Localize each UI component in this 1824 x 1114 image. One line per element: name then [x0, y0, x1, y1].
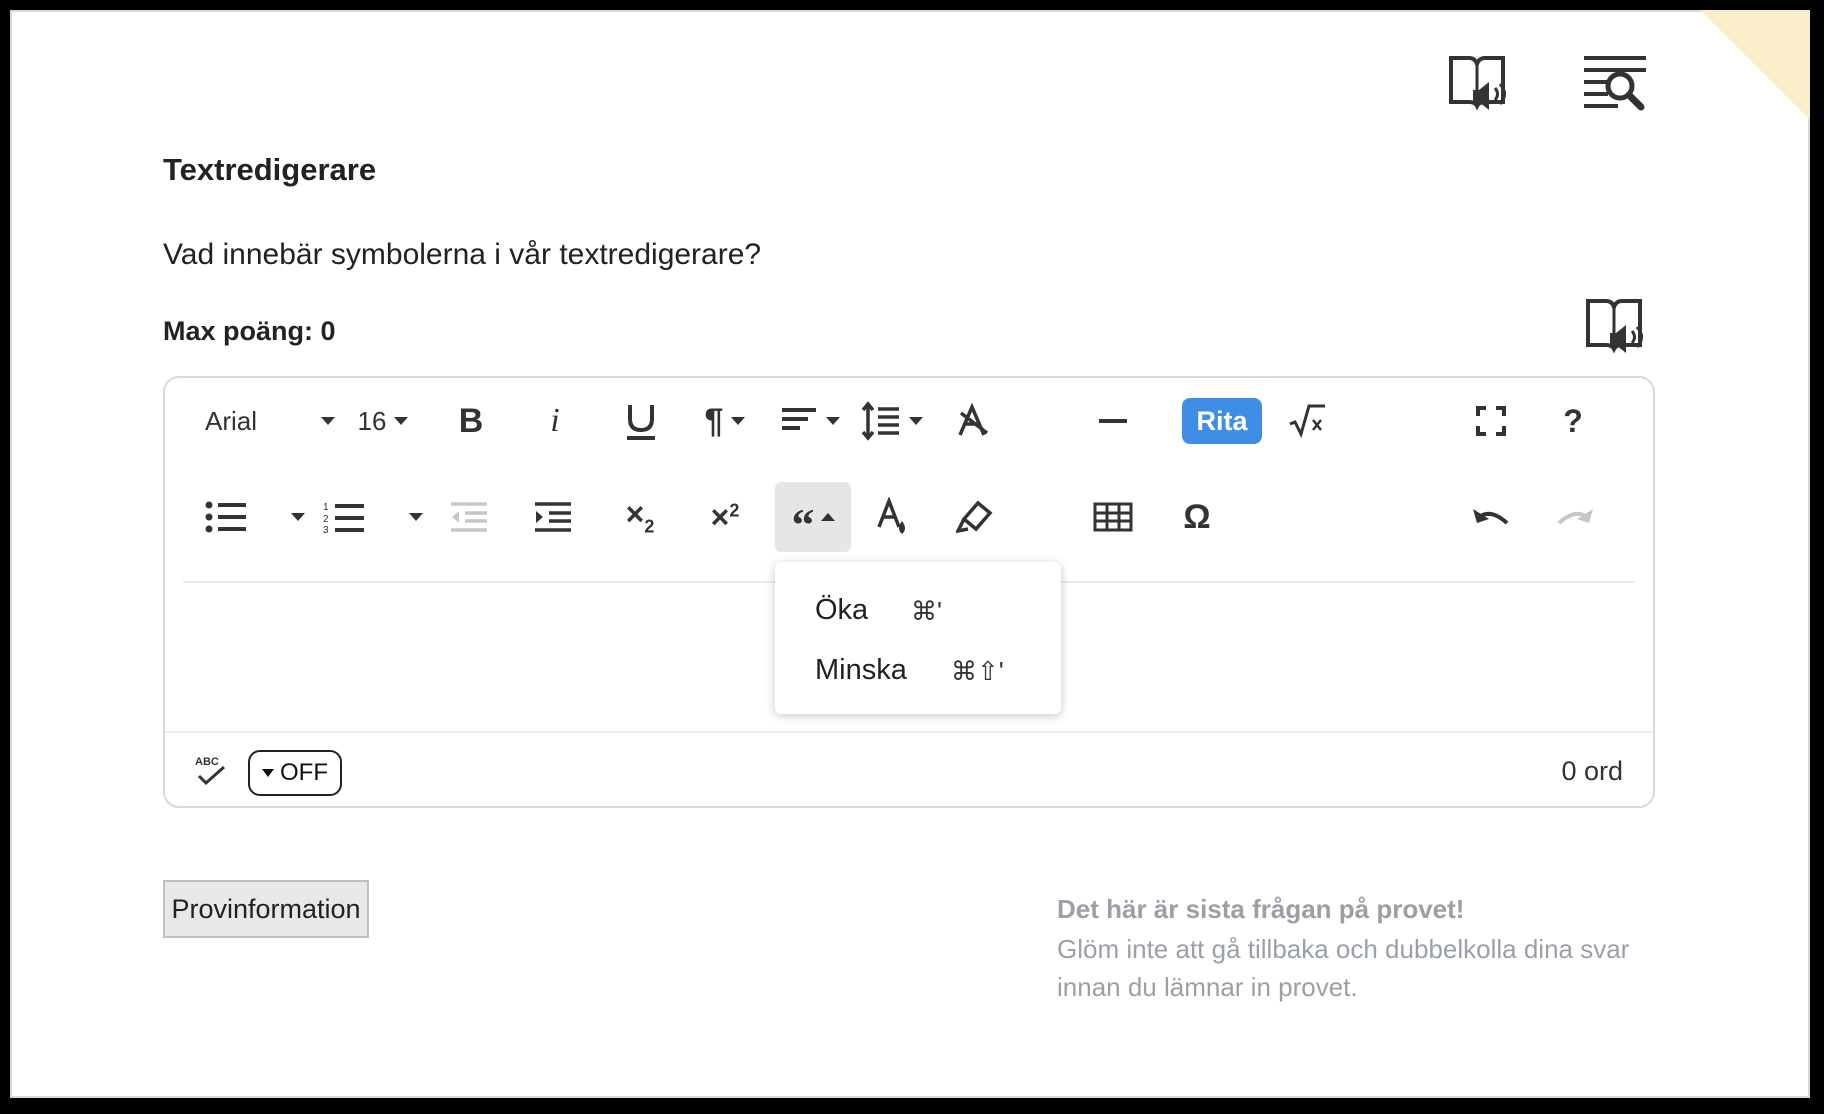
font-family-value: Arial — [205, 405, 258, 436]
subscript-icon: ×2 — [625, 496, 655, 537]
paragraph-format-button[interactable]: ¶ — [690, 386, 760, 456]
bold-icon: B — [458, 401, 484, 440]
horizontal-line-button[interactable] — [1085, 386, 1141, 456]
word-count: 0 ord — [1561, 756, 1623, 786]
bold-button[interactable]: B — [443, 386, 499, 456]
bullet-list-icon — [205, 501, 246, 533]
underline-button[interactable] — [613, 386, 669, 456]
line-height-icon — [861, 401, 899, 441]
rita-label: Rita — [1182, 398, 1262, 444]
decrease-indent-button[interactable] — [441, 482, 497, 552]
chevron-down-icon — [826, 417, 840, 425]
toolbar-row-1: Arial 16 B i ¶ Rita ? — [165, 386, 1653, 466]
math-formula-button[interactable] — [1279, 386, 1335, 456]
read-aloud-icon[interactable] — [1443, 50, 1513, 120]
shortcut-minska: ⌘⇧' — [951, 656, 1004, 686]
undo-icon — [1473, 509, 1509, 525]
last-question-notice-body: Glöm inte att gå tillbaka och dubbelkoll… — [1057, 934, 1630, 1002]
outdent-icon — [451, 502, 487, 532]
question-read-aloud-icon[interactable] — [1580, 293, 1650, 363]
svg-text:3: 3 — [323, 525, 329, 534]
superscript-icon: ×2 — [710, 498, 740, 535]
corner-decoration — [1700, 10, 1810, 120]
svg-text:2: 2 — [323, 514, 329, 525]
question-text: Vad innebär symbolerna i vår textrediger… — [163, 238, 762, 271]
last-question-notice-title: Det här är sista frågan på provet! — [1057, 894, 1465, 924]
help-icon: ? — [1563, 402, 1583, 439]
help-button[interactable]: ? — [1545, 386, 1601, 456]
rita-button[interactable]: Rita — [1181, 386, 1263, 456]
line-height-button[interactable] — [857, 386, 927, 456]
chevron-down-icon — [291, 513, 305, 521]
underline-icon — [627, 405, 655, 440]
font-family-select[interactable]: Arial — [205, 386, 335, 456]
text-color-icon — [877, 497, 905, 534]
undo-button[interactable] — [1463, 482, 1519, 552]
page-frame: Textredigerare Vad innebär symbolerna i … — [10, 10, 1810, 1098]
omega-icon: Ω — [1183, 497, 1211, 536]
shortcut-oka: ⌘' — [911, 596, 942, 626]
redo-button[interactable] — [1547, 482, 1603, 552]
numbered-list-icon: 123 — [323, 502, 364, 534]
square-root-icon — [1289, 404, 1325, 438]
chevron-down-icon — [394, 417, 409, 425]
spellcheck-icon[interactable]: ABC — [193, 754, 229, 793]
clear-formatting-button[interactable] — [945, 386, 1001, 456]
quote-dropdown-menu: Öka ⌘' Minska ⌘⇧' — [775, 562, 1061, 714]
spellcheck-toggle[interactable]: OFF — [248, 750, 342, 796]
subscript-button[interactable]: ×2 — [610, 482, 670, 552]
italic-button[interactable]: i — [527, 386, 583, 456]
font-size-select[interactable]: 16 — [348, 386, 418, 456]
insert-table-button[interactable] — [1085, 482, 1141, 552]
table-icon — [1093, 502, 1133, 532]
special-characters-button[interactable]: Ω — [1169, 482, 1225, 552]
svg-text:1: 1 — [323, 502, 329, 513]
font-size-value: 16 — [357, 405, 387, 436]
dropdown-item-minska[interactable]: Minska — [815, 654, 907, 687]
max-points: Max poäng: 0 — [163, 316, 336, 346]
fullscreen-button[interactable] — [1463, 386, 1519, 456]
italic-icon: i — [550, 402, 560, 439]
redo-icon — [1557, 509, 1593, 525]
quote-icon: “ — [791, 498, 815, 550]
spellcheck-label: ABC — [195, 756, 219, 768]
text-color-button[interactable] — [865, 482, 921, 552]
quote-button[interactable]: “ — [775, 482, 851, 552]
numbered-list-button[interactable]: 123 — [323, 482, 423, 552]
horizontal-line-icon — [1099, 419, 1127, 423]
bulleted-list-button[interactable] — [205, 482, 305, 552]
increase-indent-button[interactable] — [525, 482, 581, 552]
chevron-up-icon — [820, 513, 835, 521]
chevron-down-icon — [731, 417, 746, 425]
search-lines-icon[interactable] — [1580, 50, 1650, 120]
highlight-button[interactable] — [947, 482, 1003, 552]
footer-divider — [165, 731, 1653, 733]
spellcheck-state: OFF — [280, 759, 328, 786]
clear-format-icon — [958, 403, 989, 436]
align-left-icon — [782, 408, 816, 430]
chevron-down-icon — [409, 513, 423, 521]
page-title: Textredigerare — [163, 152, 377, 187]
highlighter-icon — [956, 500, 993, 534]
chevron-down-icon — [321, 417, 335, 425]
provinformation-button[interactable]: Provinformation — [163, 880, 369, 938]
dropdown-item-oka[interactable]: Öka — [815, 594, 868, 627]
toolbar-row-2: 123 ×2 ×2 “ Ω — [165, 482, 1653, 562]
fullscreen-icon — [1476, 406, 1506, 436]
pilcrow-icon: ¶ — [704, 401, 724, 440]
align-button[interactable] — [775, 386, 845, 456]
chevron-down-icon — [262, 769, 274, 777]
chevron-down-icon — [909, 417, 923, 425]
superscript-button[interactable]: ×2 — [695, 482, 755, 552]
indent-icon — [535, 502, 571, 532]
